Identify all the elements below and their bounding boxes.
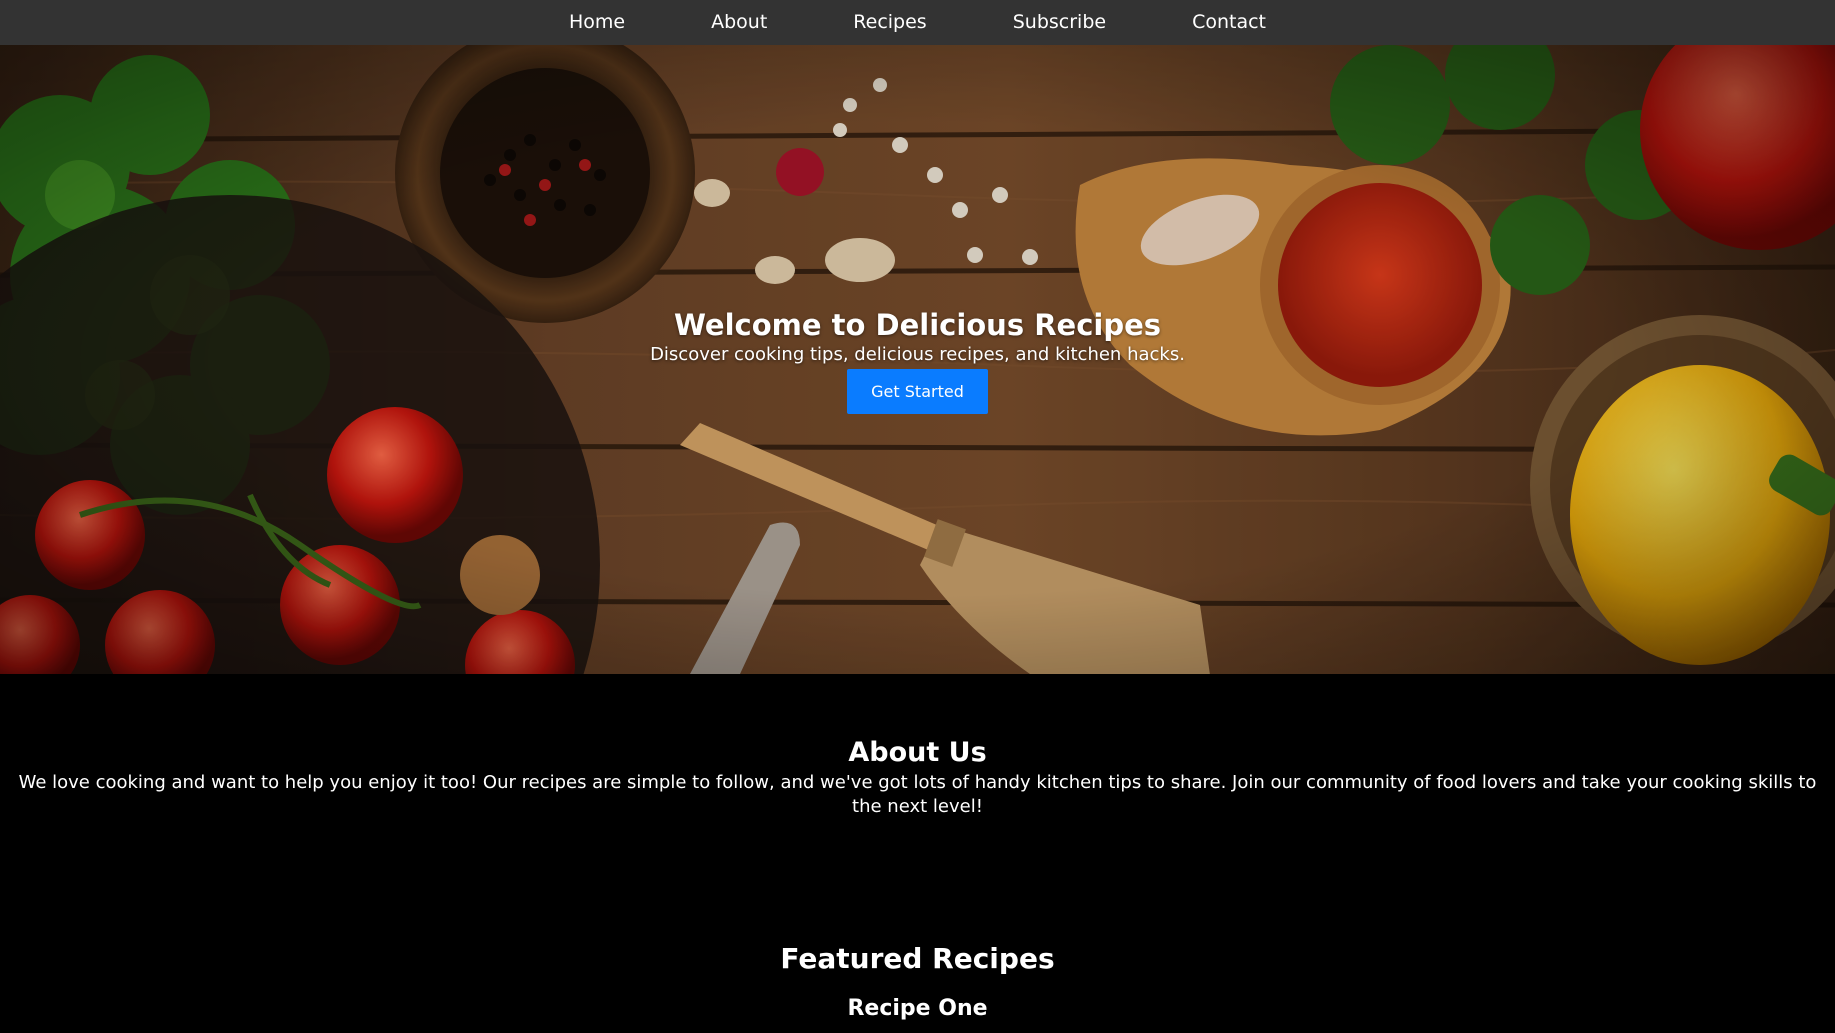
- hero-subtitle: Discover cooking tips, delicious recipes…: [650, 344, 1185, 365]
- about-text: We love cooking and want to help you enj…: [18, 772, 1817, 817]
- nav-link-recipes[interactable]: Recipes: [853, 0, 926, 45]
- about-section: About Us We love cooking and want to hel…: [0, 735, 1835, 819]
- about-title: About Us: [848, 737, 987, 768]
- nav-link-about[interactable]: About: [711, 0, 767, 45]
- nav-link-contact[interactable]: Contact: [1192, 0, 1266, 45]
- featured-title: Featured Recipes: [780, 942, 1055, 975]
- recipe-title: Recipe One: [847, 996, 988, 1021]
- top-nav: Home About Recipes Subscribe Contact: [0, 0, 1835, 45]
- nav-link-subscribe[interactable]: Subscribe: [1013, 0, 1106, 45]
- featured-recipes-section: Featured Recipes Recipe One: [0, 940, 1835, 1024]
- hero-title: Welcome to Delicious Recipes: [673, 308, 1162, 342]
- get-started-button[interactable]: Get Started: [847, 369, 988, 414]
- hero-content: Welcome to Delicious Recipes Discover co…: [0, 307, 1835, 414]
- nav-link-home[interactable]: Home: [569, 0, 625, 45]
- hero-section: Welcome to Delicious Recipes Discover co…: [0, 45, 1835, 674]
